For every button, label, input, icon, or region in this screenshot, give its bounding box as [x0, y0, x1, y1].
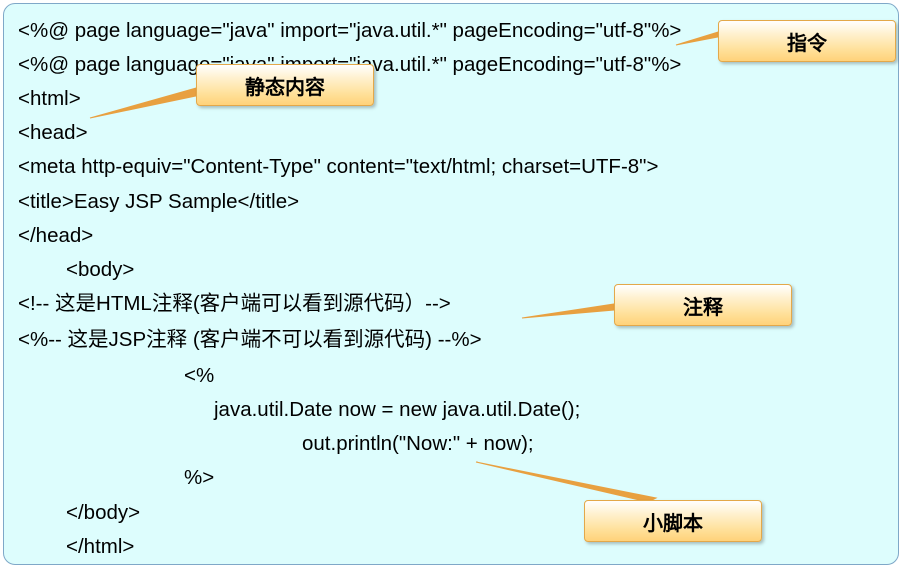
code-line-3: <html> — [18, 87, 81, 110]
code-line-10: <%-- 这是JSP注释 (客户端不可以看到源代码) --%> — [18, 328, 482, 351]
code-line-12: java.util.Date now = new java.util.Date(… — [214, 398, 581, 421]
code-line-1: <%@ page language="java" import="java.ut… — [18, 19, 682, 42]
code-line-16: </html> — [66, 535, 135, 558]
code-line-11: <% — [184, 364, 215, 387]
callout-scriptlet: 小脚本 — [584, 500, 762, 542]
callout-comment: 注释 — [614, 284, 792, 326]
code-line-15: </body> — [66, 501, 141, 524]
code-line-9: <!-- 这是HTML注释(客户端可以看到源代码）--> — [18, 292, 451, 315]
code-line-14: %> — [184, 466, 215, 489]
code-line-5: <meta http-equiv="Content-Type" content=… — [18, 155, 659, 178]
code-line-13: out.println("Now:" + now); — [302, 432, 534, 455]
code-line-8: <body> — [66, 258, 135, 281]
callout-static-content: 静态内容 — [196, 64, 374, 106]
code-line-4: <head> — [18, 121, 88, 144]
callout-directive: 指令 — [718, 20, 896, 62]
code-line-7: </head> — [18, 224, 94, 247]
code-line-6: <title>Easy JSP Sample</title> — [18, 190, 300, 213]
